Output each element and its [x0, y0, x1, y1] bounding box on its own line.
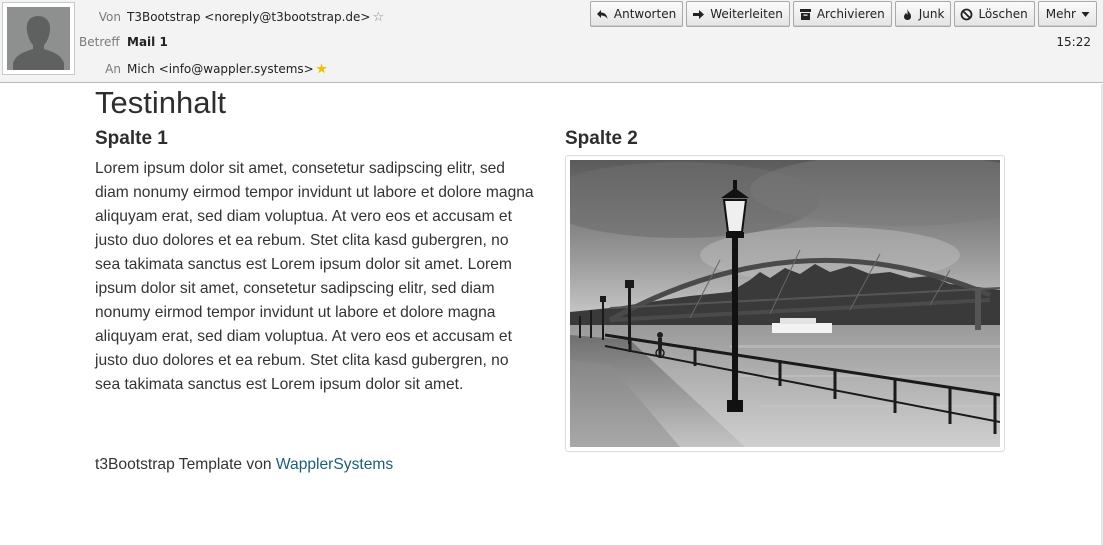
junk-label: Junk	[918, 7, 945, 21]
archive-button[interactable]: Archivieren	[792, 1, 892, 27]
subject-value: Mail 1	[127, 35, 168, 49]
to-address[interactable]: Mich <info@wappler.systems>	[127, 62, 314, 76]
caret-down-icon	[1081, 8, 1090, 21]
forward-button[interactable]: Weiterleiten	[686, 1, 790, 27]
star-filled-icon[interactable]: ★	[316, 63, 328, 77]
prohibited-icon	[960, 8, 973, 21]
delete-button[interactable]: Löschen	[954, 1, 1035, 27]
reply-arrow-icon	[596, 8, 609, 21]
forward-arrow-icon	[692, 8, 705, 21]
column2-title: Spalte 2	[565, 128, 638, 149]
template-footer: t3Bootstrap Template von WapplerSystems	[95, 455, 393, 475]
reply-button[interactable]: Antworten	[589, 1, 684, 27]
subject-label: Betreff	[79, 35, 120, 49]
archive-label: Archivieren	[816, 7, 885, 21]
more-label: Mehr	[1045, 7, 1076, 21]
sender-avatar	[2, 2, 75, 75]
message-time: 15:22	[1056, 35, 1091, 49]
delete-label: Löschen	[978, 7, 1028, 21]
column1-text: Lorem ipsum dolor sit amet, consetetur s…	[95, 160, 534, 393]
person-silhouette-icon	[7, 7, 70, 70]
message-header: Von T3Bootstrap <noreply@t3bootstrap.de>…	[0, 0, 1103, 83]
river-promenade-image	[565, 155, 1005, 452]
to-label: An	[105, 62, 121, 76]
message-toolbar: Antworten Weiterleiten Archivieren Junk …	[589, 1, 1097, 27]
from-label: Von	[98, 10, 121, 24]
bridge-lamppost-photo	[570, 160, 1000, 447]
from-address[interactable]: T3Bootstrap <noreply@t3bootstrap.de>	[127, 10, 370, 24]
footer-text: t3Bootstrap Template von	[95, 456, 276, 473]
archive-box-icon	[799, 8, 812, 21]
star-outline-icon[interactable]: ☆	[372, 11, 384, 25]
reply-label: Antworten	[613, 7, 677, 21]
column1-title: Spalte 1	[95, 128, 168, 149]
more-button[interactable]: Mehr	[1037, 1, 1097, 27]
junk-button[interactable]: Junk	[894, 1, 952, 27]
forward-label: Weiterleiten	[710, 7, 783, 21]
wapplersystems-link[interactable]: WapplerSystems	[276, 456, 393, 473]
flame-icon	[901, 8, 914, 21]
content-title: Testinhalt	[95, 85, 226, 120]
